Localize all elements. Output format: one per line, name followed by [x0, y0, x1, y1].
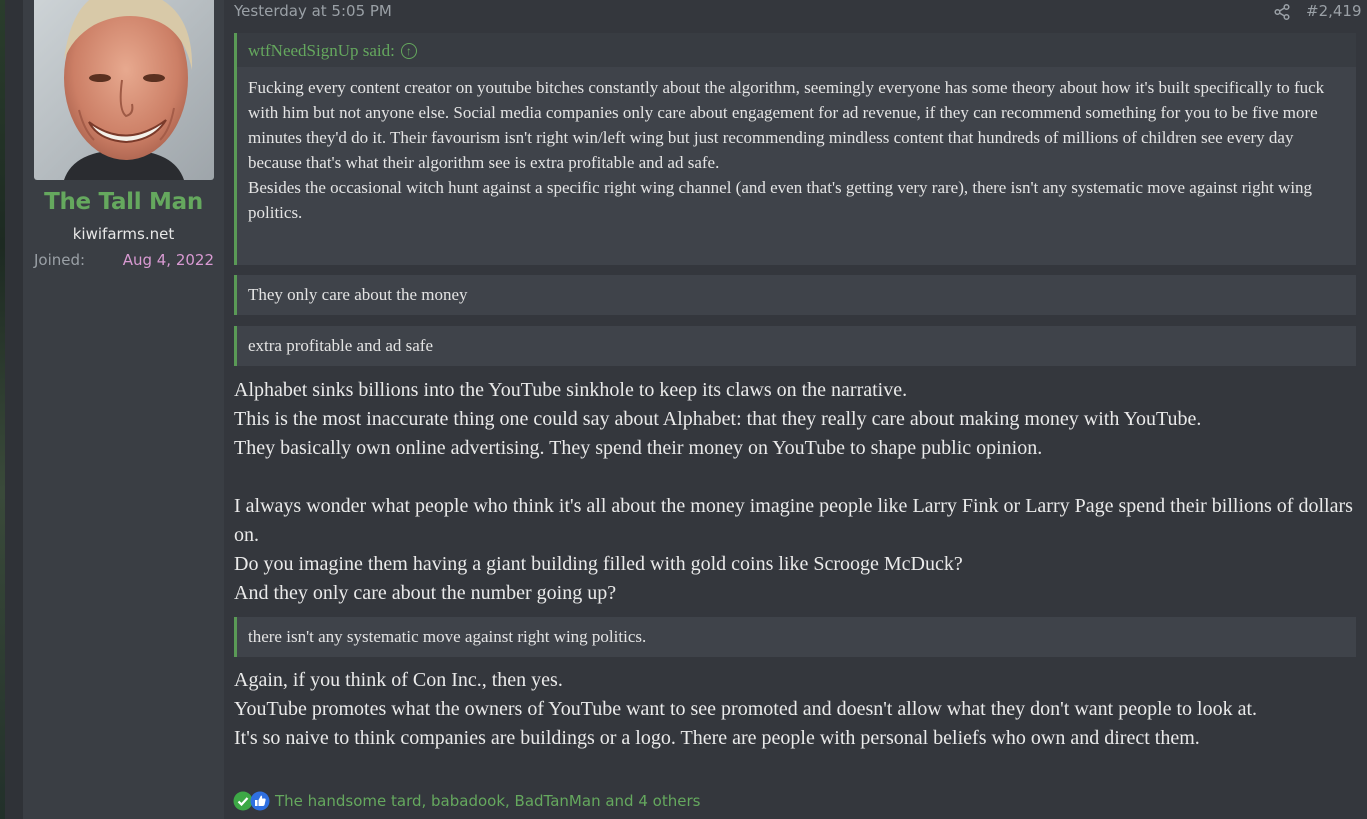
post-line: Do you imagine them having a giant build… [234, 553, 963, 575]
quote-content: They only care about the money [248, 285, 468, 304]
quote-author[interactable]: wtfNeedSignUp said: [248, 41, 395, 60]
post-number-link[interactable]: #2,419 [1306, 2, 1362, 20]
share-icon[interactable] [1273, 3, 1291, 21]
post-line: YouTube promotes what the owners of YouT… [234, 698, 1258, 720]
quote-paragraph: Fucking every content creator on youtube… [248, 78, 1325, 172]
page-gutter [5, 0, 23, 819]
post-body-text: Again, if you think of Con Inc., then ye… [234, 666, 1364, 753]
quote-paragraph: Besides the occasional witch hunt agains… [248, 178, 1313, 222]
post-line: I always wonder what people who think it… [234, 495, 1353, 546]
quote-content: extra profitable and ad safe [248, 336, 434, 355]
joined-date: Aug 4, 2022 [122, 251, 214, 269]
author-username[interactable]: The Tall Man [23, 189, 224, 215]
post-line: Again, if you think of Con Inc., then ye… [234, 669, 563, 691]
reaction-users-link[interactable]: The handsome tard, babadook, BadTanMan a… [275, 792, 700, 810]
quote-block: They only care about the money [234, 275, 1356, 315]
quote-header[interactable]: wtfNeedSignUp said: ↑ [237, 33, 1356, 67]
author-user-title: kiwifarms.net [72, 225, 175, 243]
reactions-bar[interactable]: The handsome tard, babadook, BadTanMan a… [233, 790, 700, 812]
thumbs-up-icon [250, 791, 270, 811]
post-date[interactable]: Yesterday at 5:05 PM [234, 2, 392, 20]
post-body-text: Alphabet sinks billions into the YouTube… [234, 376, 1364, 608]
user-avatar[interactable] [34, 0, 214, 180]
quote-block: wtfNeedSignUp said: ↑ Fucking every conte… [234, 33, 1356, 265]
quote-content: there isn't any systematic move against … [248, 627, 647, 646]
post-line: It's so naive to think companies are bui… [234, 727, 1200, 749]
jump-to-quote-icon[interactable]: ↑ [400, 43, 417, 59]
joined-label: Joined: [34, 251, 86, 269]
post-line: They basically own online advertising. T… [234, 437, 1043, 459]
post-line: This is the most inaccurate thing one co… [234, 408, 1202, 430]
post-line: Alphabet sinks billions into the YouTube… [234, 379, 908, 401]
post-line: And they only care about the number goin… [234, 582, 617, 604]
quote-block: there isn't any systematic move against … [234, 617, 1356, 657]
quote-content: Fucking every content creator on youtube… [237, 67, 1356, 235]
quote-block: extra profitable and ad safe [234, 326, 1356, 366]
